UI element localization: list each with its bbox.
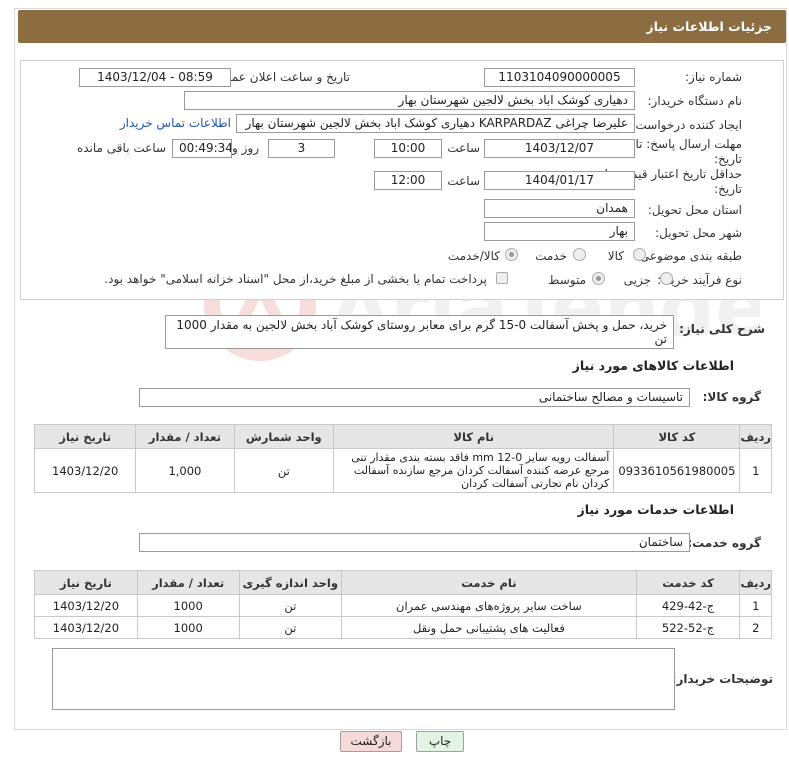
category-label: طبقه بندی موضوعی: bbox=[635, 249, 742, 263]
services-table-header: ردیف کد خدمت نام خدمت واحد اندازه گیری ت… bbox=[34, 570, 772, 595]
cell-row: 2 bbox=[739, 616, 772, 639]
buyer-contact-link[interactable]: اطلاعات تماس خریدار bbox=[120, 116, 231, 130]
cell-qty: 1000 bbox=[136, 594, 240, 617]
need-number-field: 1103104090000005 bbox=[484, 68, 635, 87]
payment-note: پرداخت تمام یا بخشی از مبلغ خرید،از محل … bbox=[104, 272, 487, 286]
col-unit: واحد اندازه گیری bbox=[238, 570, 343, 595]
remaining-time-field: 00:49:34 bbox=[172, 139, 232, 158]
print-button[interactable]: چاپ bbox=[416, 731, 464, 752]
deadline-label: مهلت ارسال پاسخ: تا bbox=[635, 137, 742, 151]
buyer-org-field: دهیاری کوشک اباد بخش لالجین شهرستان بهار bbox=[184, 91, 635, 110]
category-option-service: خدمت bbox=[535, 249, 567, 263]
table-row: 1 ج-42-429 ساخت سایر پروژه‌های مهندسی عم… bbox=[34, 594, 772, 617]
cell-unit: تن bbox=[238, 616, 343, 639]
buyer-org-label: نام دستگاه خریدار: bbox=[647, 94, 743, 108]
services-table: ردیف کد خدمت نام خدمت واحد اندازه گیری ت… bbox=[34, 570, 772, 639]
cell-name: ساخت سایر پروژه‌های مهندسی عمران bbox=[341, 594, 637, 617]
city-label: شهر محل تحویل: bbox=[655, 226, 742, 240]
col-row: ردیف bbox=[739, 570, 772, 595]
col-code: کد کالا bbox=[613, 424, 741, 449]
col-row: ردیف bbox=[739, 424, 772, 449]
validity-time-label: ساعت bbox=[447, 174, 480, 188]
treasury-checkbox[interactable] bbox=[496, 272, 508, 284]
validity-time-field: 12:00 bbox=[374, 171, 442, 190]
services-group-label: گروه خدمت: bbox=[687, 536, 761, 550]
cell-date: 1403/12/20 bbox=[33, 448, 137, 493]
category-radio-service[interactable] bbox=[573, 248, 586, 261]
requester-field: علیرضا چراغی KARPARDAZ دهیاری کوشک اباد … bbox=[236, 114, 635, 133]
province-label: استان محل تحویل: bbox=[647, 203, 742, 217]
col-unit: واحد شمارش bbox=[233, 424, 335, 449]
cell-unit: تن bbox=[238, 594, 343, 617]
services-group-field: ساختمان bbox=[139, 533, 690, 552]
category-radio-goods[interactable] bbox=[633, 248, 646, 261]
cell-row: 1 bbox=[739, 594, 772, 617]
category-option-goods-service: کالا/خدمت bbox=[447, 249, 500, 263]
cell-row: 1 bbox=[739, 448, 772, 493]
category-option-goods: کالا bbox=[607, 249, 624, 263]
city-field: بهار bbox=[484, 222, 635, 241]
table-row: 1 0933610561980005 آسفالت رویه سایز mm 1… bbox=[33, 448, 772, 493]
cell-qty: 1,000 bbox=[135, 448, 235, 493]
buyer-notes-field bbox=[52, 648, 675, 710]
deadline-time-label: ساعت bbox=[447, 141, 480, 155]
days-label: روز و bbox=[232, 141, 259, 155]
days-field: 3 bbox=[268, 139, 335, 158]
process-radio-minor[interactable] bbox=[660, 272, 673, 285]
cell-unit: تن bbox=[233, 448, 335, 493]
table-row: 2 ج-52-522 فعالیت های پشتیبانی حمل ونقل … bbox=[34, 616, 772, 639]
cell-date: 1403/12/20 bbox=[34, 594, 138, 617]
summary-text: خرید، حمل و پخش آسفالت 0-15 گرم برای معا… bbox=[176, 318, 667, 346]
cell-qty: 1000 bbox=[136, 616, 240, 639]
col-qty: تعداد / مقدار bbox=[136, 570, 240, 595]
goods-group-label: گروه کالا: bbox=[702, 390, 761, 404]
deadline-label-2: تاریخ: bbox=[714, 152, 742, 166]
col-date: تاریخ نیاز bbox=[34, 570, 138, 595]
cell-name: آسفالت رویه سایز mm 12-0 فاقد بسته بندی … bbox=[333, 448, 615, 493]
goods-table: ردیف کد کالا نام کالا واحد شمارش تعداد /… bbox=[33, 424, 772, 493]
goods-group-field: تاسیسات و مصالح ساختمانی bbox=[139, 388, 690, 407]
cell-code: 0933610561980005 bbox=[613, 448, 741, 493]
buyer-notes-label: توضیحات خریدار: bbox=[671, 672, 773, 686]
category-radio-goods-service[interactable] bbox=[505, 248, 518, 261]
cell-code: ج-42-429 bbox=[635, 594, 741, 617]
col-name: نام کالا bbox=[333, 424, 615, 449]
announce-field: 1403/12/04 - 08:59 bbox=[79, 68, 231, 87]
summary-label: شرح کلی نیاز: bbox=[679, 322, 765, 336]
requester-label: ایجاد کننده درخواست: bbox=[631, 118, 742, 132]
deadline-date-field: 1403/12/07 bbox=[484, 139, 635, 158]
process-radio-medium[interactable] bbox=[592, 272, 605, 285]
col-date: تاریخ نیاز bbox=[33, 424, 137, 449]
goods-table-header: ردیف کد کالا نام کالا واحد شمارش تعداد /… bbox=[33, 424, 772, 449]
deadline-time-field: 10:00 bbox=[374, 139, 442, 158]
page-header: جزئیات اطلاعات نیاز bbox=[18, 10, 786, 43]
cell-code: ج-52-522 bbox=[635, 616, 741, 639]
goods-section-title: اطلاعات کالاهای مورد نیاز bbox=[572, 358, 734, 373]
remaining-label: ساعت باقی مانده bbox=[76, 141, 166, 155]
validity-date-field: 1404/01/17 bbox=[484, 171, 635, 190]
services-section-title: اطلاعات خدمات مورد نیاز bbox=[577, 502, 735, 517]
summary-field: خرید، حمل و پخش آسفالت 0-15 گرم برای معا… bbox=[165, 315, 674, 349]
col-name: نام خدمت bbox=[341, 570, 637, 595]
col-qty: تعداد / مقدار bbox=[135, 424, 235, 449]
col-code: کد خدمت bbox=[635, 570, 741, 595]
cell-name: فعالیت های پشتیبانی حمل ونقل bbox=[341, 616, 637, 639]
validity-label-2: تاریخ: bbox=[714, 182, 742, 196]
need-number-label: شماره نیاز: bbox=[685, 70, 742, 84]
process-option-minor: جزیی bbox=[623, 273, 651, 287]
process-option-medium: متوسط bbox=[548, 273, 586, 287]
cell-date: 1403/12/20 bbox=[34, 616, 138, 639]
province-field: همدان bbox=[484, 199, 635, 218]
back-button[interactable]: بازگشت bbox=[340, 731, 402, 752]
